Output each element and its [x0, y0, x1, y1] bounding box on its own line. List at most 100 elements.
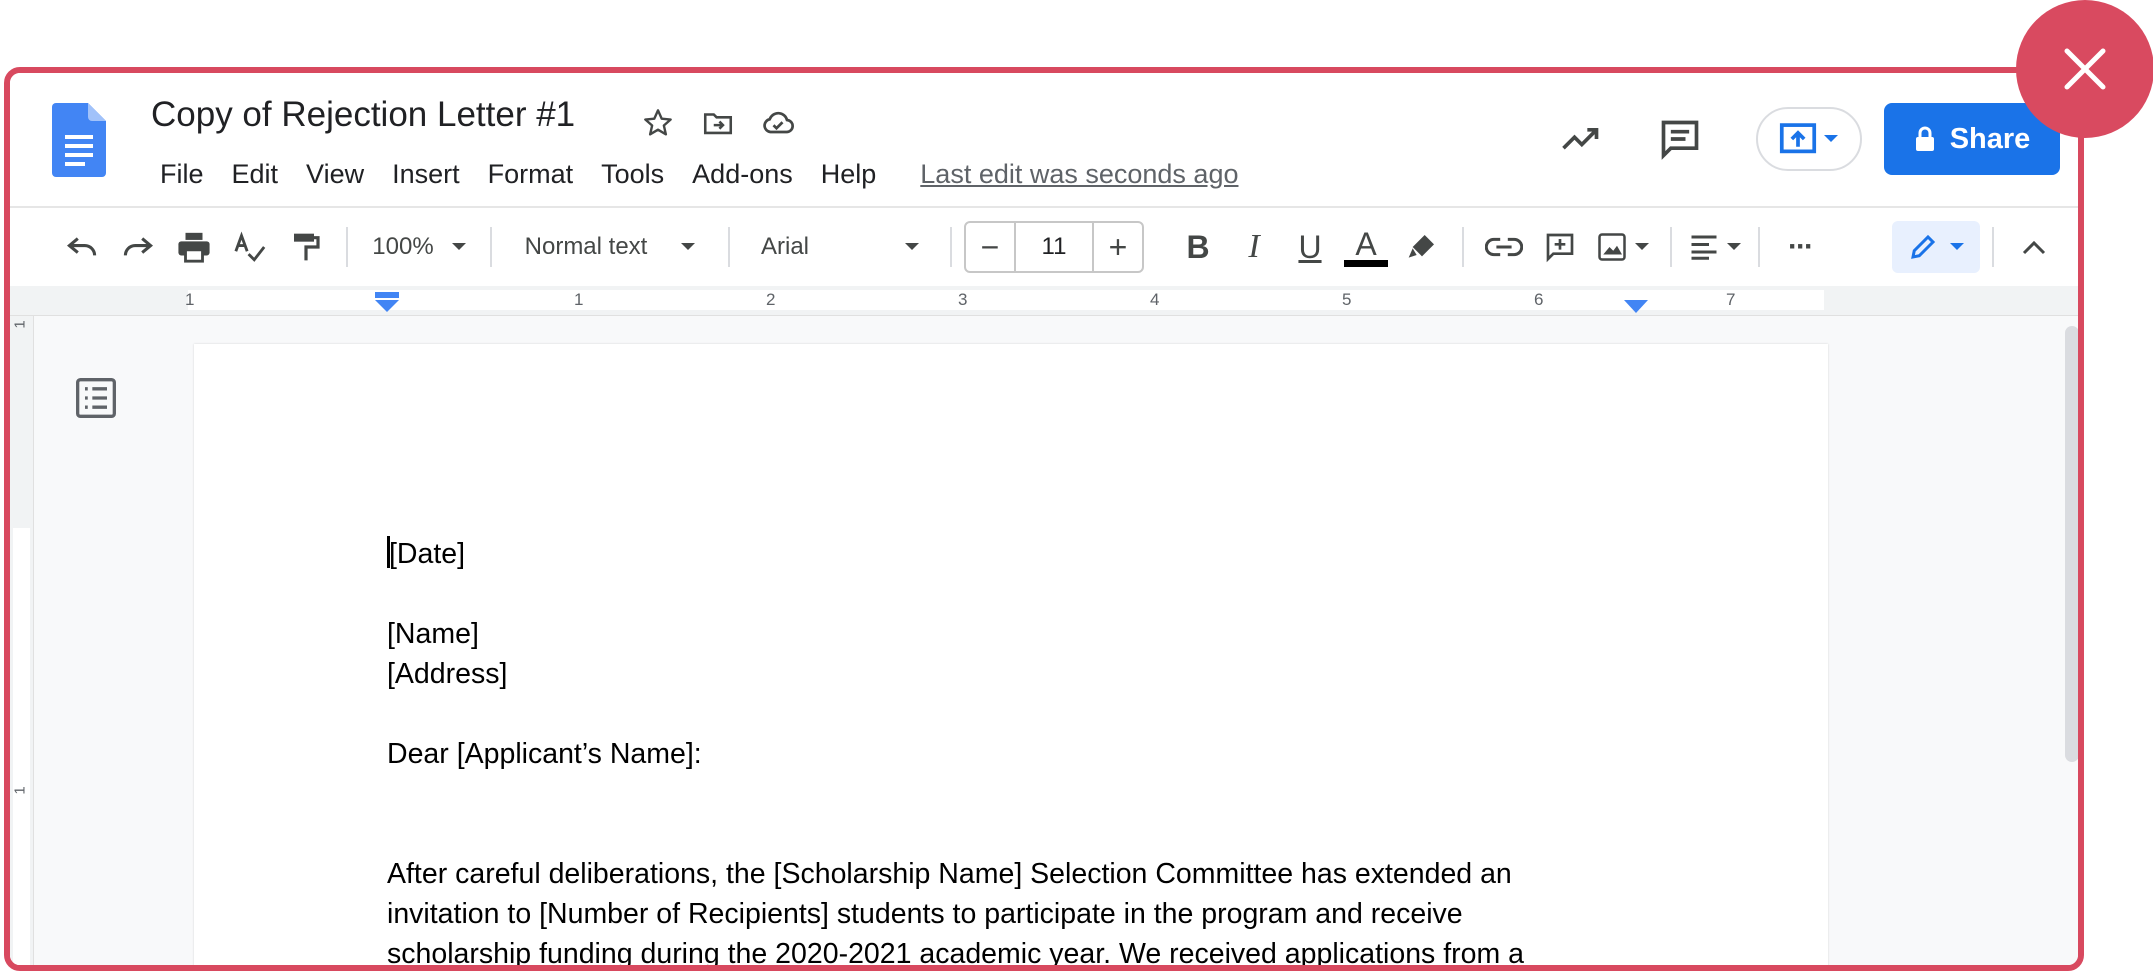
- chevron-down-icon: [1950, 243, 1964, 250]
- menu-file[interactable]: File: [146, 155, 218, 194]
- ruler-number: 4: [1150, 290, 1160, 309]
- chevron-down-icon: [905, 243, 919, 250]
- hide-menus-button[interactable]: [2006, 221, 2062, 273]
- insert-link-button[interactable]: [1476, 221, 1532, 273]
- ruler-number: 3: [958, 290, 968, 309]
- undo-button[interactable]: [54, 221, 110, 273]
- redo-icon: [123, 237, 154, 256]
- toolbar-divider: [728, 227, 730, 267]
- italic-button[interactable]: I: [1226, 221, 1282, 273]
- menu-edit[interactable]: Edit: [218, 155, 293, 194]
- document-outline-icon[interactable]: [74, 376, 118, 420]
- font-value: Arial: [760, 233, 809, 260]
- ruler-number: 5: [1342, 290, 1352, 309]
- menu-insert[interactable]: Insert: [378, 155, 474, 194]
- menu-addons[interactable]: Add-ons: [678, 155, 807, 194]
- horizontal-ruler[interactable]: 1 1 2 3 4 5 6 7: [10, 286, 2078, 316]
- date-line: [Date]: [387, 534, 1587, 574]
- vertical-ruler[interactable]: 1 1 2: [10, 316, 34, 965]
- date-placeholder: [Date]: [389, 538, 466, 570]
- name-line: [Name]: [387, 618, 479, 650]
- comment-history-button[interactable]: [1650, 109, 1710, 169]
- print-icon: [178, 232, 210, 263]
- docs-logo-icon[interactable]: [52, 103, 106, 177]
- document-workspace: 1 1 2 [Date] [Name] [Address] Dear [Appl…: [10, 316, 2078, 965]
- comments-icon: [1661, 120, 1699, 160]
- title-icons: [636, 101, 800, 145]
- menu-format[interactable]: Format: [474, 155, 588, 194]
- share-label: Share: [1949, 122, 2031, 155]
- star-icon[interactable]: [636, 101, 680, 145]
- vertical-ruler-content-area: [13, 528, 30, 965]
- zoom-value: 100%: [372, 233, 434, 260]
- align-select[interactable]: [1684, 221, 1746, 273]
- address-line: [Address]: [387, 658, 508, 690]
- redo-button[interactable]: [110, 221, 166, 273]
- document-page[interactable]: [Date] [Name] [Address] Dear [Applicant’…: [194, 344, 1828, 965]
- last-edit-link[interactable]: Last edit was seconds ago: [920, 159, 1238, 190]
- insert-image-button[interactable]: [1588, 221, 1658, 273]
- close-icon: [2064, 48, 2106, 90]
- cloud-saved-icon[interactable]: [756, 101, 800, 145]
- decrease-font-size-button[interactable]: −: [966, 223, 1014, 271]
- more-options-button[interactable]: ···: [1772, 221, 1828, 273]
- chevron-down-icon: [1635, 243, 1649, 250]
- paragraph-style-value: Normal text: [524, 233, 648, 260]
- toolbar-divider: [490, 227, 492, 267]
- toolbar-spacer: [1156, 227, 1158, 267]
- print-button[interactable]: [166, 221, 222, 273]
- toolbar-divider: [1462, 227, 1464, 267]
- chevron-down-icon: [681, 243, 696, 250]
- chevron-up-icon: [2022, 240, 2046, 255]
- menu-view[interactable]: View: [292, 155, 378, 194]
- ruler-number: 7: [1726, 290, 1736, 309]
- font-size-input[interactable]: 11: [1014, 223, 1094, 271]
- vertical-ruler-number: 1: [11, 786, 29, 795]
- menu-help[interactable]: Help: [807, 155, 891, 194]
- vertical-scrollbar[interactable]: [2065, 326, 2078, 762]
- spellcheck-button[interactable]: [222, 221, 278, 273]
- right-indent-marker[interactable]: [1624, 300, 1648, 314]
- menu-bar: File Edit View Insert Format Tools Add-o…: [146, 155, 1238, 194]
- zoom-select[interactable]: 100%: [360, 221, 478, 273]
- move-to-folder-icon[interactable]: [696, 101, 740, 145]
- font-select[interactable]: Arial: [742, 221, 938, 273]
- font-size-stepper: − 11 +: [964, 221, 1144, 273]
- bold-button[interactable]: B: [1170, 221, 1226, 273]
- editing-mode-button[interactable]: [1892, 221, 1980, 273]
- toolbar-divider: [346, 227, 348, 267]
- text-color-button[interactable]: A: [1338, 221, 1394, 273]
- ruler-number: 1: [185, 290, 195, 309]
- close-button[interactable]: [2016, 0, 2153, 138]
- activity-dashboard-button[interactable]: [1550, 109, 1610, 169]
- ruler-number: 1: [574, 290, 584, 309]
- add-comment-icon: [1546, 233, 1574, 263]
- left-indent-marker[interactable]: [374, 292, 400, 314]
- align-left-icon: [1691, 235, 1717, 260]
- document-title[interactable]: Copy of Rejection Letter #1: [151, 95, 575, 135]
- increase-font-size-button[interactable]: +: [1094, 223, 1142, 271]
- paint-format-button[interactable]: [278, 221, 334, 273]
- lock-icon: [1915, 126, 1934, 151]
- text-color-letter: A: [1355, 225, 1377, 262]
- highlighter-icon: [1408, 235, 1434, 258]
- toolbar-divider: [1670, 227, 1672, 267]
- link-icon: [1485, 237, 1523, 257]
- highlight-button[interactable]: [1394, 221, 1450, 273]
- toolbar-divider: [950, 227, 952, 267]
- present-button[interactable]: [1756, 107, 1862, 171]
- document-body[interactable]: [Date] [Name] [Address] Dear [Applicant’…: [387, 534, 1587, 965]
- chevron-down-icon: [1727, 243, 1741, 250]
- vertical-ruler-number: 1: [11, 320, 29, 329]
- add-comment-button[interactable]: [1532, 221, 1588, 273]
- paint-format-icon: [294, 233, 320, 261]
- present-upload-icon: [1779, 123, 1817, 154]
- chevron-down-icon: [1824, 135, 1838, 142]
- paragraph-style-select[interactable]: Normal text: [504, 221, 716, 273]
- undo-icon: [66, 237, 97, 256]
- menu-tools[interactable]: Tools: [587, 155, 678, 194]
- underline-button[interactable]: U: [1282, 221, 1338, 273]
